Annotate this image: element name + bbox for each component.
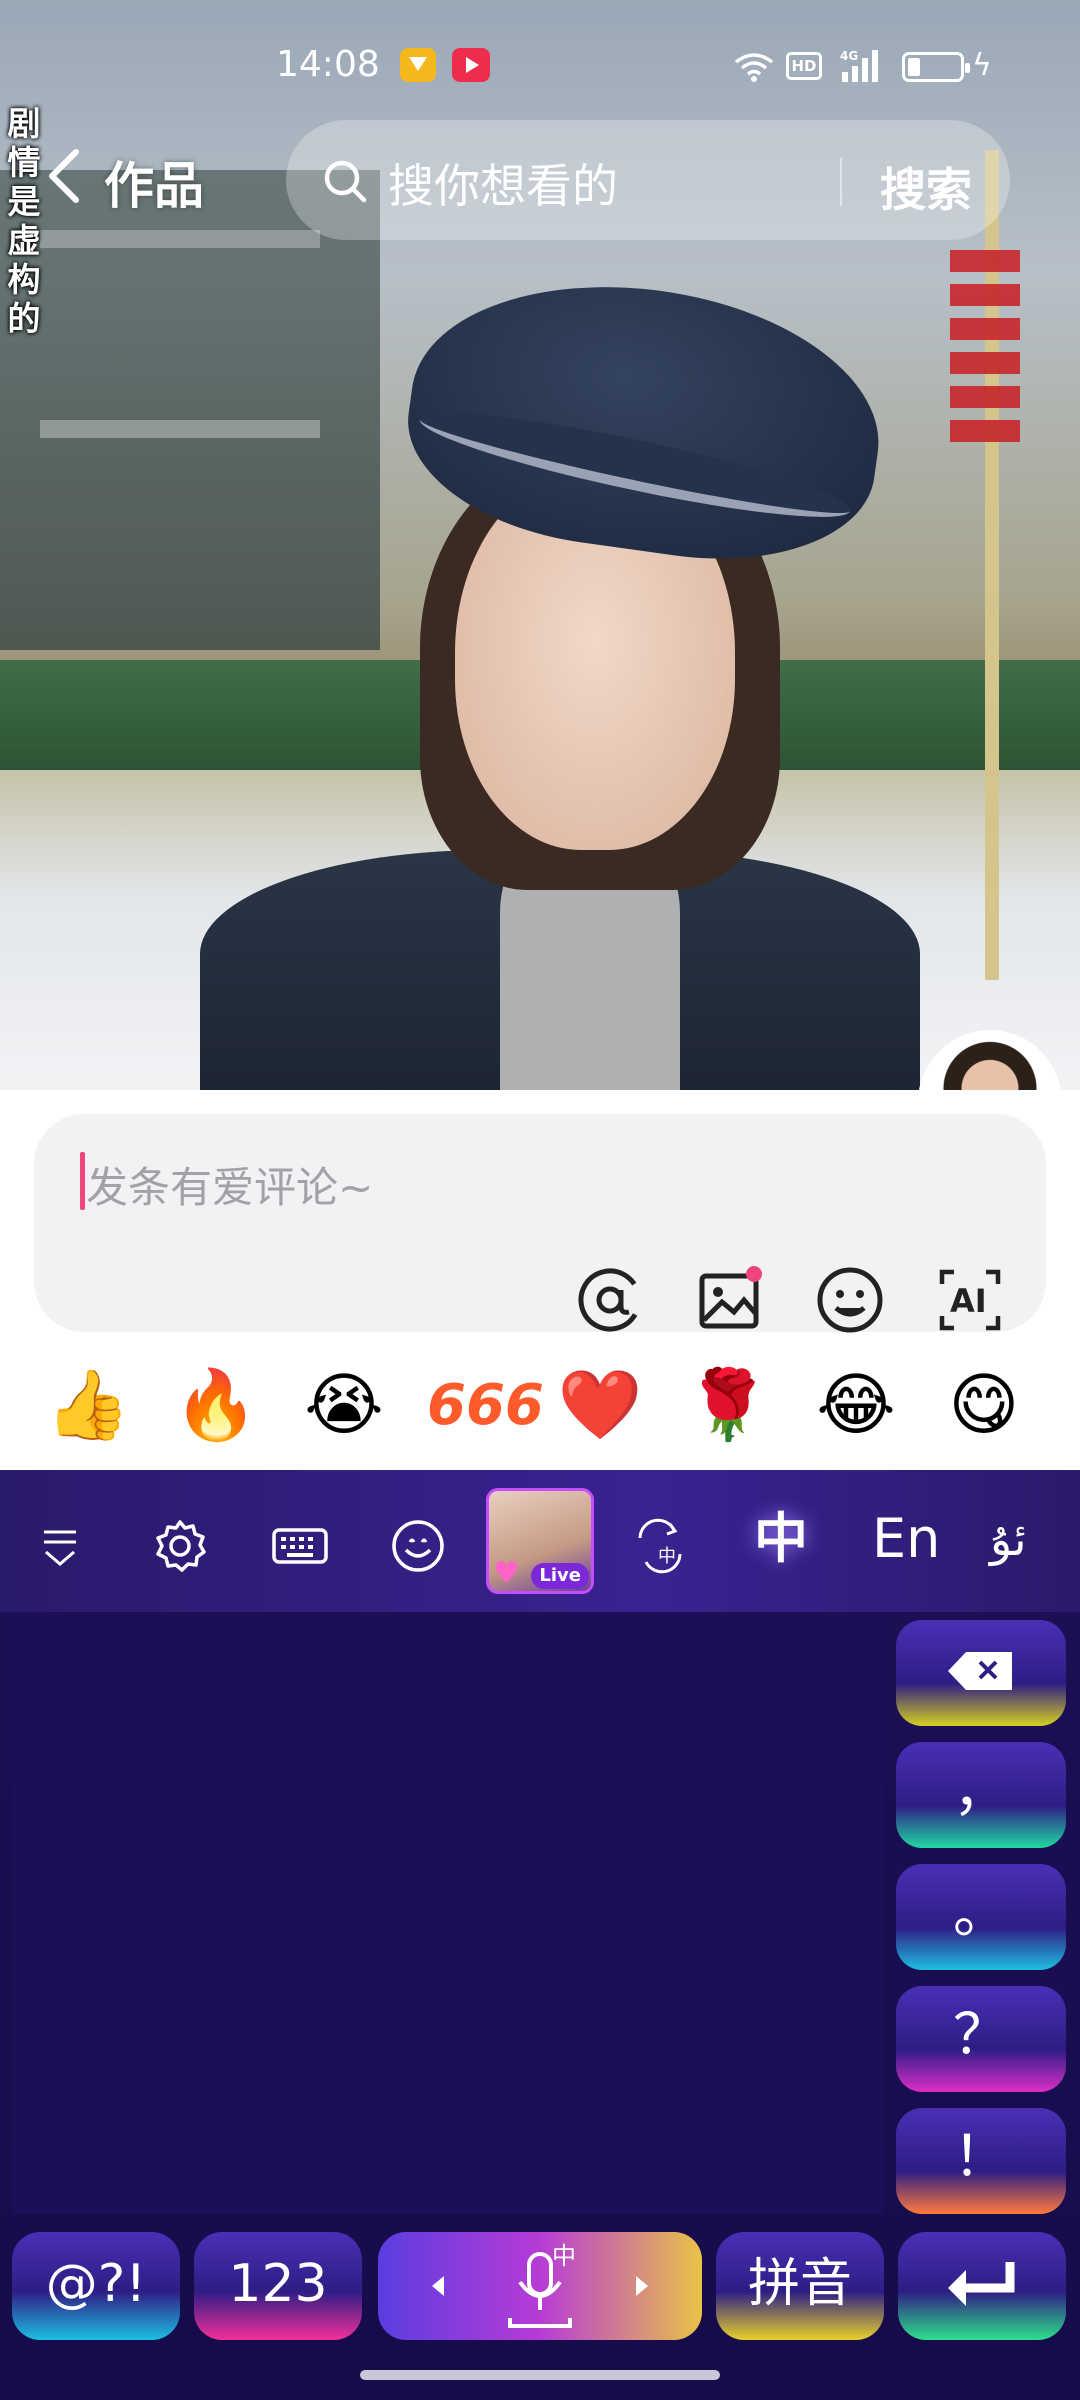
question-key[interactable]: ？ [896, 1986, 1066, 2092]
keyboard-layout-icon[interactable] [270, 1516, 330, 1576]
emoji-thumbs-up[interactable]: 👍 [43, 1366, 133, 1446]
search-input[interactable]: 搜你想看的 [388, 150, 618, 216]
live-stream-thumbnail[interactable]: ♥ Live [486, 1488, 594, 1594]
symbols-key[interactable]: @?! [12, 2232, 180, 2340]
video-app-icon [452, 48, 490, 82]
ai-icon[interactable]: AI [934, 1264, 1006, 1336]
video-subject [200, 258, 920, 1090]
comma-key[interactable]: ， [896, 1742, 1066, 1848]
background-lanterns [950, 250, 1020, 450]
voice-space-key[interactable]: 中 [378, 2232, 702, 2340]
status-bar: 14:08 HD 4G ϟ [0, 0, 1080, 136]
search-divider [840, 158, 842, 206]
microphone-icon [527, 2252, 553, 2296]
exclamation-key[interactable]: ！ [896, 2108, 1066, 2214]
enter-icon [948, 2262, 1015, 2306]
lang-chinese-button[interactable]: 中 [754, 1504, 808, 1574]
back-chevron-icon[interactable] [40, 146, 90, 206]
svg-text:AI: AI [950, 1282, 987, 1320]
numbers-key[interactable]: 123 [194, 2232, 362, 2340]
backspace-key[interactable] [896, 1620, 1066, 1726]
backspace-icon [948, 1652, 1012, 1690]
comment-panel: 发条有爱评论~ AI 👍 🔥 😭 666 ❤️ 🌹 😂 😋 [0, 1090, 1080, 1470]
cellular-label: 4G [840, 49, 858, 63]
comment-input[interactable]: 发条有爱评论~ AI [34, 1114, 1046, 1333]
emoji-fire[interactable]: 🔥 [171, 1366, 261, 1446]
pinyin-key[interactable]: 拼音 [716, 2232, 884, 2340]
handwriting-area[interactable] [12, 1618, 884, 2214]
live-badge: Live [531, 1563, 589, 1589]
status-time: 14:08 [276, 44, 380, 85]
cursor-left-icon [432, 2276, 444, 2296]
wifi-icon [734, 53, 774, 82]
page-title: 作品 [104, 157, 204, 215]
emoji-666[interactable]: 666 [427, 1366, 544, 1446]
at-icon[interactable] [574, 1264, 646, 1336]
battery-icon [902, 52, 970, 82]
search-icon [324, 160, 367, 203]
voice-space-icons [432, 2252, 648, 2328]
period-key[interactable]: 。 [896, 1864, 1066, 1970]
charging-icon: ϟ [972, 48, 992, 83]
emoji-yum[interactable]: 😋 [939, 1366, 1029, 1446]
search-bar[interactable]: 搜你想看的 搜索 [286, 120, 1010, 240]
emoji-tears-of-joy[interactable]: 😂 [811, 1366, 901, 1446]
emoji-rose[interactable]: 🌹 [683, 1366, 773, 1446]
keyboard-toolbar: ♥ Live 中 中 En ئۇ [0, 1470, 1080, 1612]
settings-gear-icon[interactable] [150, 1516, 210, 1576]
hd-badge: HD [786, 52, 822, 80]
image-icon[interactable] [694, 1264, 766, 1336]
translate-icon[interactable]: 中 [630, 1516, 690, 1576]
comment-placeholder: 发条有爱评论~ [86, 1163, 374, 1212]
lang-english-button[interactable]: En [872, 1504, 940, 1574]
emoji-crying-laugh[interactable]: 😭 [299, 1366, 389, 1446]
cursor-right-icon [636, 2276, 648, 2296]
quick-emoji-row: 👍 🔥 😭 666 ❤️ 🌹 😂 😋 [0, 1354, 1080, 1464]
emoji-icon[interactable] [814, 1264, 886, 1336]
ime-keyboard: ♥ Live 中 中 En ئۇ ， 。 ？ ！ @?! 123 中 拼音 [0, 1470, 1080, 2400]
svg-text:中: 中 [658, 1546, 676, 1567]
text-caret [80, 1152, 85, 1210]
home-indicator[interactable] [360, 2370, 720, 2380]
enter-key[interactable] [898, 2232, 1066, 2340]
notification-app-icon [400, 48, 436, 82]
search-button[interactable]: 搜索 [880, 154, 972, 220]
collapse-keyboard-icon[interactable] [30, 1516, 90, 1576]
disclaimer-overlay: 剧情是虚构的 [7, 104, 41, 338]
lang-uyghur-button[interactable]: ئۇ [990, 1504, 1027, 1574]
signal-icon: 4G [840, 49, 878, 82]
voice-mode-label: 中 [552, 2242, 576, 2270]
heart-icon: ♥ [493, 1556, 520, 1591]
emoji-keyboard-icon[interactable] [388, 1516, 448, 1576]
emoji-heart[interactable]: ❤️ [555, 1366, 645, 1446]
